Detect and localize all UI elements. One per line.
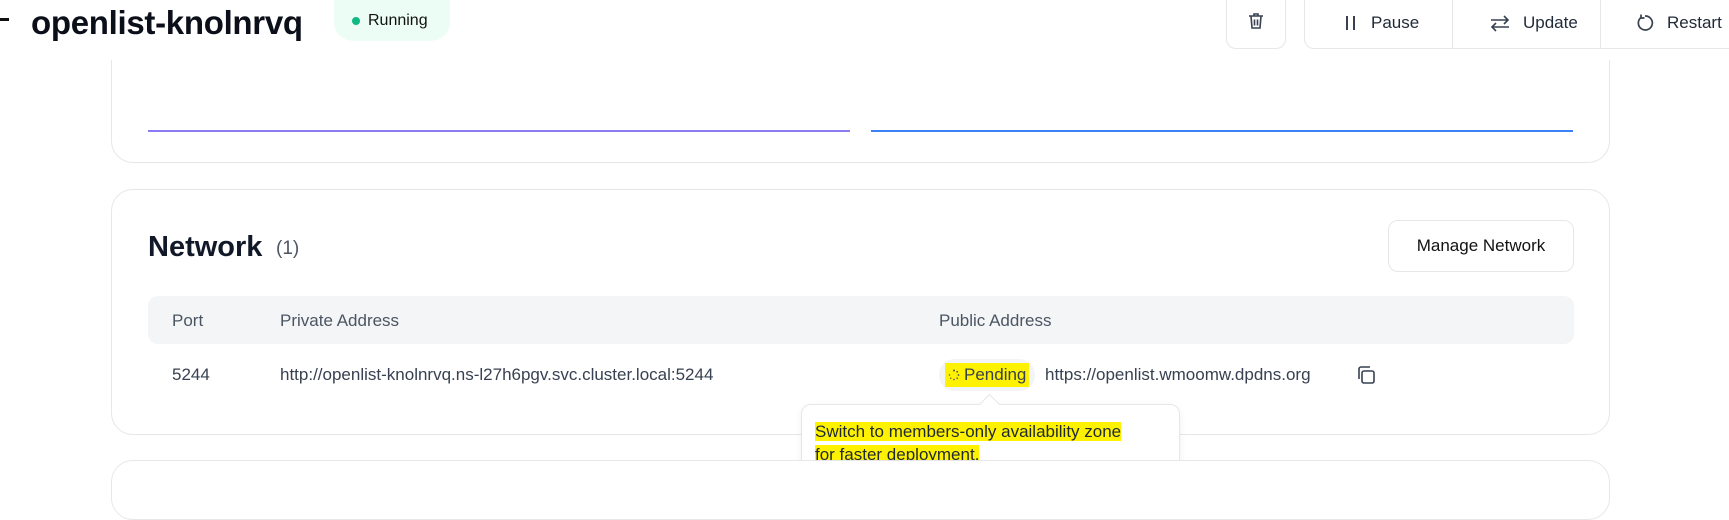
pending-label: Pending — [964, 365, 1027, 384]
network-count: (1) — [276, 238, 300, 259]
private-address-cell: http://openlist-knolnrvq.ns-l27h6pgv.svc… — [280, 365, 714, 384]
pending-status-badge[interactable]: Pending — [939, 359, 1036, 391]
cpu-chart-baseline — [148, 130, 850, 132]
back-arrow-icon[interactable] — [0, 18, 9, 21]
pause-button[interactable]: Pause — [1305, 0, 1453, 48]
status-dot-icon — [352, 16, 360, 25]
restart-button[interactable]: Restart — [1601, 0, 1729, 48]
column-header-port: Port — [172, 311, 204, 330]
trash-icon — [1246, 11, 1266, 36]
resource-card — [111, 60, 1610, 163]
pause-icon — [1343, 14, 1359, 32]
tooltip-line-1: Switch to members-only availability zone — [815, 422, 1122, 441]
swap-icon — [1489, 14, 1511, 32]
status-badge: Running — [334, 0, 450, 41]
manage-network-button[interactable]: Manage Network — [1388, 220, 1574, 272]
update-button[interactable]: Update — [1453, 0, 1601, 48]
action-button-group: Pause Update Restart — [1304, 0, 1729, 49]
copy-icon[interactable] — [1355, 364, 1377, 386]
column-header-public-address: Public Address — [939, 311, 1052, 330]
restart-label: Restart — [1667, 13, 1722, 32]
column-header-private-address: Private Address — [280, 311, 400, 330]
next-card — [111, 460, 1610, 520]
network-title: Network — [148, 231, 263, 263]
port-cell: 5244 — [172, 365, 210, 384]
memory-chart-baseline — [871, 130, 1573, 132]
loading-spinner-icon — [948, 369, 960, 381]
update-label: Update — [1523, 13, 1578, 32]
pending-highlight: Pending — [945, 363, 1030, 387]
status-label: Running — [368, 11, 428, 29]
page-title: openlist-knolnrvq — [31, 4, 303, 41]
delete-button[interactable] — [1226, 0, 1286, 49]
pause-label: Pause — [1371, 13, 1420, 32]
restart-icon — [1635, 13, 1655, 33]
public-address-link[interactable]: https://openlist.wmoomw.dpdns.org — [1045, 364, 1311, 386]
